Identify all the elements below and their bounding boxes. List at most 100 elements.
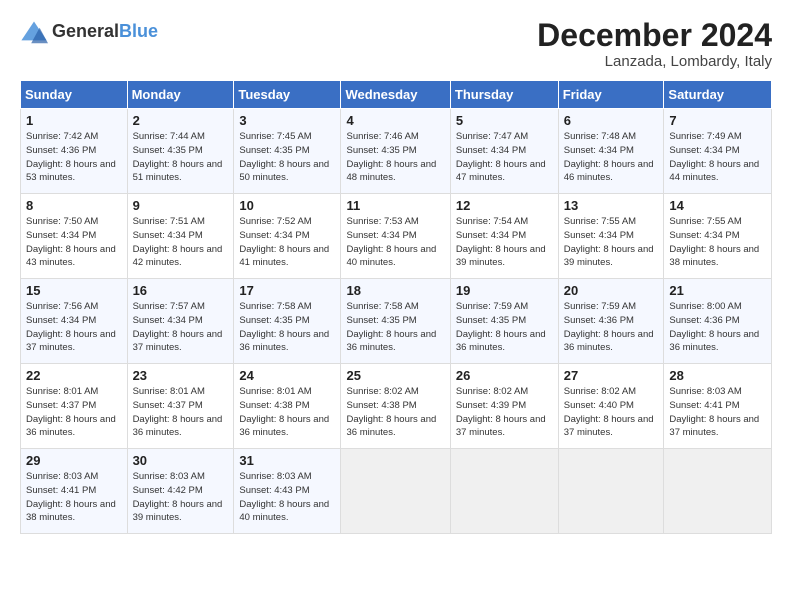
title-block: December 2024 Lanzada, Lombardy, Italy: [537, 18, 772, 70]
main-title: December 2024: [537, 18, 772, 53]
day-number: 22: [26, 368, 122, 383]
day-number: 17: [239, 283, 335, 298]
day-number: 16: [133, 283, 229, 298]
day-info: Sunrise: 7:54 AMSunset: 4:34 PMDaylight:…: [456, 215, 553, 270]
day-info: Sunrise: 8:02 AMSunset: 4:38 PMDaylight:…: [346, 385, 444, 440]
day-cell-2: 2 Sunrise: 7:44 AMSunset: 4:35 PMDayligh…: [127, 109, 234, 194]
week-row-2: 8 Sunrise: 7:50 AMSunset: 4:34 PMDayligh…: [21, 194, 772, 279]
day-number: 18: [346, 283, 444, 298]
week-row-1: 1 Sunrise: 7:42 AMSunset: 4:36 PMDayligh…: [21, 109, 772, 194]
day-cell-25: 25 Sunrise: 8:02 AMSunset: 4:38 PMDaylig…: [341, 364, 450, 449]
week-row-4: 22 Sunrise: 8:01 AMSunset: 4:37 PMDaylig…: [21, 364, 772, 449]
empty-cell: [664, 449, 772, 534]
day-cell-6: 6 Sunrise: 7:48 AMSunset: 4:34 PMDayligh…: [558, 109, 664, 194]
day-info: Sunrise: 7:59 AMSunset: 4:35 PMDaylight:…: [456, 300, 553, 355]
day-number: 21: [669, 283, 766, 298]
day-number: 2: [133, 113, 229, 128]
week-row-5: 29 Sunrise: 8:03 AMSunset: 4:41 PMDaylig…: [21, 449, 772, 534]
day-number: 14: [669, 198, 766, 213]
day-cell-8: 8 Sunrise: 7:50 AMSunset: 4:34 PMDayligh…: [21, 194, 128, 279]
day-number: 19: [456, 283, 553, 298]
day-cell-29: 29 Sunrise: 8:03 AMSunset: 4:41 PMDaylig…: [21, 449, 128, 534]
day-info: Sunrise: 7:55 AMSunset: 4:34 PMDaylight:…: [564, 215, 659, 270]
day-number: 8: [26, 198, 122, 213]
day-number: 10: [239, 198, 335, 213]
day-number: 13: [564, 198, 659, 213]
day-cell-23: 23 Sunrise: 8:01 AMSunset: 4:37 PMDaylig…: [127, 364, 234, 449]
col-friday: Friday: [558, 81, 664, 109]
day-cell-7: 7 Sunrise: 7:49 AMSunset: 4:34 PMDayligh…: [664, 109, 772, 194]
day-number: 9: [133, 198, 229, 213]
day-info: Sunrise: 7:44 AMSunset: 4:35 PMDaylight:…: [133, 130, 229, 185]
day-cell-1: 1 Sunrise: 7:42 AMSunset: 4:36 PMDayligh…: [21, 109, 128, 194]
day-cell-4: 4 Sunrise: 7:46 AMSunset: 4:35 PMDayligh…: [341, 109, 450, 194]
day-number: 30: [133, 453, 229, 468]
day-number: 26: [456, 368, 553, 383]
day-info: Sunrise: 7:49 AMSunset: 4:34 PMDaylight:…: [669, 130, 766, 185]
empty-cell: [558, 449, 664, 534]
day-number: 7: [669, 113, 766, 128]
day-info: Sunrise: 7:58 AMSunset: 4:35 PMDaylight:…: [239, 300, 335, 355]
day-cell-9: 9 Sunrise: 7:51 AMSunset: 4:34 PMDayligh…: [127, 194, 234, 279]
day-info: Sunrise: 8:02 AMSunset: 4:40 PMDaylight:…: [564, 385, 659, 440]
day-cell-14: 14 Sunrise: 7:55 AMSunset: 4:34 PMDaylig…: [664, 194, 772, 279]
day-info: Sunrise: 8:03 AMSunset: 4:41 PMDaylight:…: [26, 470, 122, 525]
day-info: Sunrise: 7:56 AMSunset: 4:34 PMDaylight:…: [26, 300, 122, 355]
col-sunday: Sunday: [21, 81, 128, 109]
logo: GeneralBlue: [20, 18, 158, 46]
day-cell-3: 3 Sunrise: 7:45 AMSunset: 4:35 PMDayligh…: [234, 109, 341, 194]
day-cell-28: 28 Sunrise: 8:03 AMSunset: 4:41 PMDaylig…: [664, 364, 772, 449]
empty-cell: [450, 449, 558, 534]
col-wednesday: Wednesday: [341, 81, 450, 109]
day-number: 29: [26, 453, 122, 468]
day-number: 4: [346, 113, 444, 128]
day-cell-10: 10 Sunrise: 7:52 AMSunset: 4:34 PMDaylig…: [234, 194, 341, 279]
day-cell-18: 18 Sunrise: 7:58 AMSunset: 4:35 PMDaylig…: [341, 279, 450, 364]
day-info: Sunrise: 7:50 AMSunset: 4:34 PMDaylight:…: [26, 215, 122, 270]
day-number: 31: [239, 453, 335, 468]
day-info: Sunrise: 8:00 AMSunset: 4:36 PMDaylight:…: [669, 300, 766, 355]
day-info: Sunrise: 7:42 AMSunset: 4:36 PMDaylight:…: [26, 130, 122, 185]
day-number: 28: [669, 368, 766, 383]
day-number: 11: [346, 198, 444, 213]
day-number: 27: [564, 368, 659, 383]
logo-icon: [20, 18, 48, 46]
day-cell-16: 16 Sunrise: 7:57 AMSunset: 4:34 PMDaylig…: [127, 279, 234, 364]
day-info: Sunrise: 7:53 AMSunset: 4:34 PMDaylight:…: [346, 215, 444, 270]
day-cell-26: 26 Sunrise: 8:02 AMSunset: 4:39 PMDaylig…: [450, 364, 558, 449]
day-number: 20: [564, 283, 659, 298]
day-info: Sunrise: 8:03 AMSunset: 4:43 PMDaylight:…: [239, 470, 335, 525]
day-info: Sunrise: 8:02 AMSunset: 4:39 PMDaylight:…: [456, 385, 553, 440]
day-number: 24: [239, 368, 335, 383]
day-info: Sunrise: 7:51 AMSunset: 4:34 PMDaylight:…: [133, 215, 229, 270]
day-info: Sunrise: 8:01 AMSunset: 4:38 PMDaylight:…: [239, 385, 335, 440]
day-info: Sunrise: 7:58 AMSunset: 4:35 PMDaylight:…: [346, 300, 444, 355]
day-number: 25: [346, 368, 444, 383]
subtitle: Lanzada, Lombardy, Italy: [537, 53, 772, 70]
logo-general-text: General: [52, 21, 119, 41]
day-info: Sunrise: 7:48 AMSunset: 4:34 PMDaylight:…: [564, 130, 659, 185]
header: GeneralBlue December 2024 Lanzada, Lomba…: [20, 18, 772, 70]
day-info: Sunrise: 8:01 AMSunset: 4:37 PMDaylight:…: [26, 385, 122, 440]
day-cell-15: 15 Sunrise: 7:56 AMSunset: 4:34 PMDaylig…: [21, 279, 128, 364]
day-cell-21: 21 Sunrise: 8:00 AMSunset: 4:36 PMDaylig…: [664, 279, 772, 364]
day-cell-20: 20 Sunrise: 7:59 AMSunset: 4:36 PMDaylig…: [558, 279, 664, 364]
day-info: Sunrise: 7:57 AMSunset: 4:34 PMDaylight:…: [133, 300, 229, 355]
col-monday: Monday: [127, 81, 234, 109]
day-number: 12: [456, 198, 553, 213]
day-info: Sunrise: 7:59 AMSunset: 4:36 PMDaylight:…: [564, 300, 659, 355]
day-info: Sunrise: 7:47 AMSunset: 4:34 PMDaylight:…: [456, 130, 553, 185]
calendar-header-row: Sunday Monday Tuesday Wednesday Thursday…: [21, 81, 772, 109]
day-cell-24: 24 Sunrise: 8:01 AMSunset: 4:38 PMDaylig…: [234, 364, 341, 449]
day-cell-17: 17 Sunrise: 7:58 AMSunset: 4:35 PMDaylig…: [234, 279, 341, 364]
calendar-table: Sunday Monday Tuesday Wednesday Thursday…: [20, 80, 772, 534]
day-cell-5: 5 Sunrise: 7:47 AMSunset: 4:34 PMDayligh…: [450, 109, 558, 194]
day-number: 1: [26, 113, 122, 128]
day-number: 15: [26, 283, 122, 298]
day-number: 6: [564, 113, 659, 128]
day-cell-19: 19 Sunrise: 7:59 AMSunset: 4:35 PMDaylig…: [450, 279, 558, 364]
day-cell-22: 22 Sunrise: 8:01 AMSunset: 4:37 PMDaylig…: [21, 364, 128, 449]
day-info: Sunrise: 8:03 AMSunset: 4:41 PMDaylight:…: [669, 385, 766, 440]
day-info: Sunrise: 7:52 AMSunset: 4:34 PMDaylight:…: [239, 215, 335, 270]
day-cell-12: 12 Sunrise: 7:54 AMSunset: 4:34 PMDaylig…: [450, 194, 558, 279]
